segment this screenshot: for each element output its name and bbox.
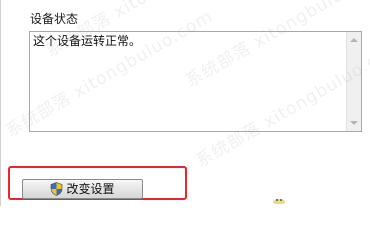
change-settings-label: 改变设置 [66,182,115,196]
scroll-up-arrow-icon[interactable] [350,38,358,42]
uac-shield-icon [51,182,63,196]
change-settings-button[interactable]: 改变设置 [22,179,143,199]
panel-left-border [0,0,1,206]
watermark-mascot-icon [273,199,285,204]
device-status-text: 这个设备运转正常。 [33,34,142,48]
scroll-down-arrow-icon[interactable] [350,121,358,125]
device-status-textbox[interactable]: 这个设备运转正常。 [29,31,362,132]
vertical-scrollbar[interactable] [346,32,361,131]
device-properties-panel: 设备状态 这个设备运转正常。 改变设置 系统部落 xitongbuluo.com… [0,0,370,206]
device-status-label: 设备状态 [30,12,79,26]
